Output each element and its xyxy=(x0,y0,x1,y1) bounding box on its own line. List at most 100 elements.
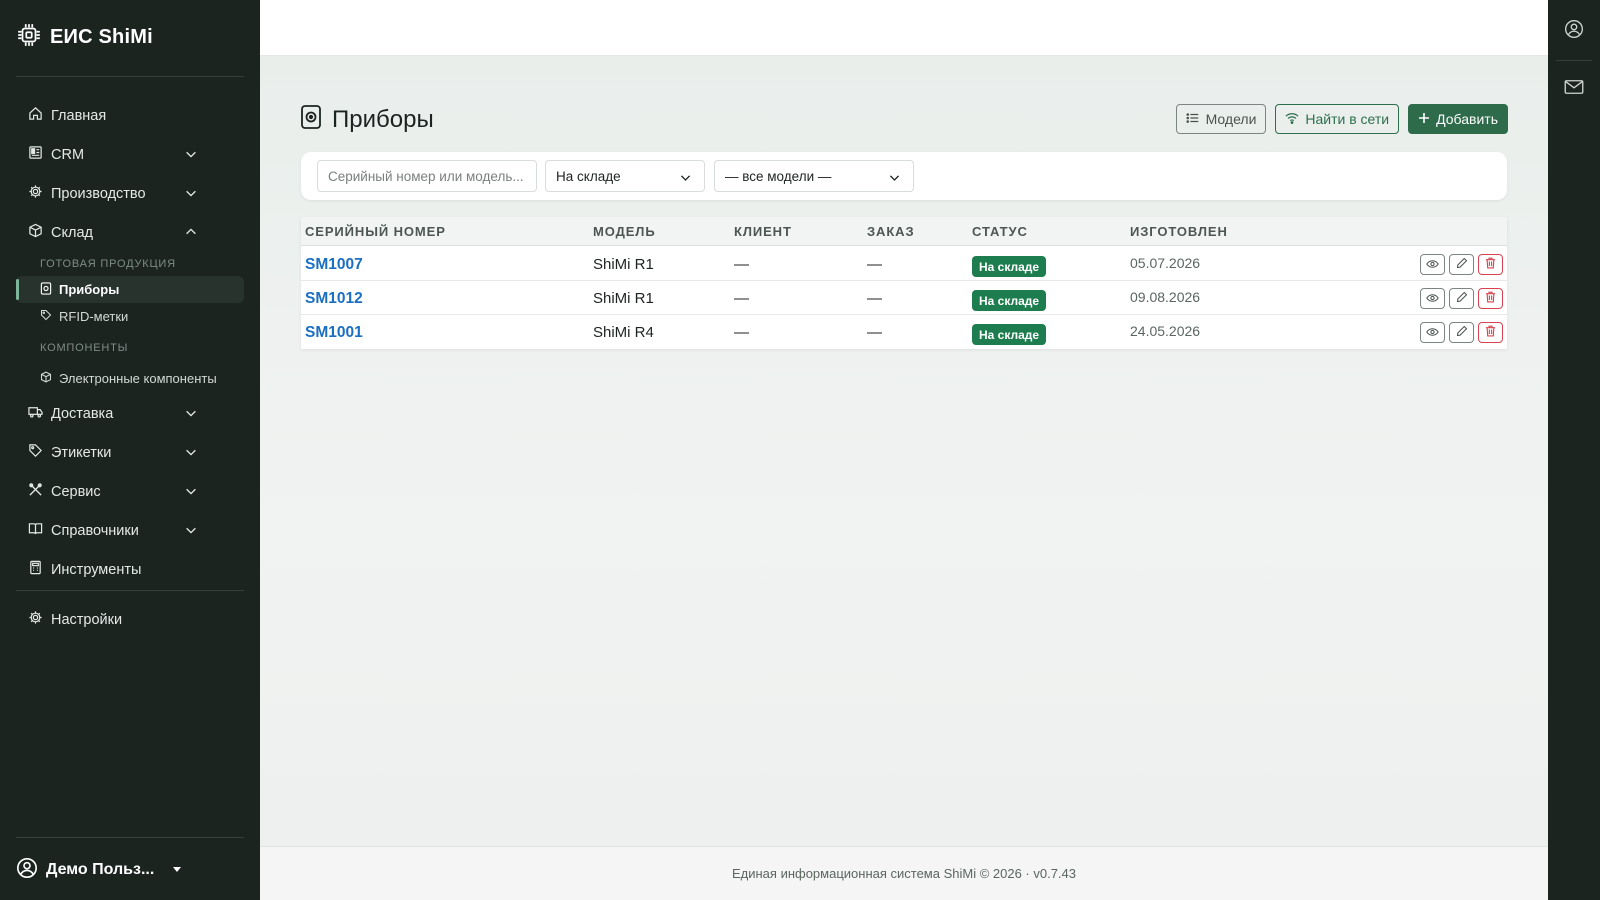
delete-button[interactable] xyxy=(1478,322,1503,343)
column-header-made[interactable]: ИЗГОТОВЛЕН xyxy=(1130,224,1228,239)
user-avatar-icon xyxy=(16,857,38,884)
trash-icon xyxy=(1485,290,1496,308)
table-header: СЕРИЙНЫЙ НОМЕР МОДЕЛЬ КЛИЕНТ ЗАКАЗ СТАТУ… xyxy=(301,217,1507,246)
gear-icon xyxy=(28,610,43,629)
chevron-down-icon xyxy=(184,406,198,424)
column-header-serial[interactable]: СЕРИЙНЫЙ НОМЕР xyxy=(305,224,446,239)
sidebar-item-label: RFID-метки xyxy=(59,309,129,324)
model-cell: ShiMi R1 xyxy=(593,256,654,273)
sidebar-item-label: Сервис xyxy=(51,483,101,500)
made-date-cell: 05.07.2026 xyxy=(1130,255,1201,271)
add-button-label: Добавить xyxy=(1436,111,1498,127)
serial-link[interactable]: SM1012 xyxy=(305,290,363,308)
order-cell: — xyxy=(867,256,882,273)
sidebar-item-references[interactable]: Справочники xyxy=(16,511,244,550)
box-icon xyxy=(28,223,43,242)
search-input-placeholder: Серийный номер или модель... xyxy=(328,168,524,184)
device-icon xyxy=(40,281,52,298)
pencil-icon xyxy=(1456,256,1468,274)
row-actions xyxy=(1420,322,1503,343)
sidebar-divider xyxy=(16,837,244,838)
right-rail xyxy=(1548,0,1600,900)
sidebar-item-labels[interactable]: Этикетки xyxy=(16,433,244,472)
view-button[interactable] xyxy=(1420,254,1445,275)
chevron-down-icon xyxy=(184,186,198,204)
model-select[interactable]: — все модели — xyxy=(714,160,914,192)
tools-icon xyxy=(28,482,43,501)
sidebar-item-electronics[interactable]: Электронные компоненты xyxy=(16,363,244,394)
column-header-status[interactable]: СТАТУС xyxy=(972,224,1028,239)
truck-icon xyxy=(28,404,43,423)
sidebar-item-production[interactable]: Производство xyxy=(16,174,244,213)
sidebar-item-service[interactable]: Сервис xyxy=(16,472,244,511)
client-cell: — xyxy=(734,256,749,273)
client-cell: — xyxy=(734,324,749,341)
filters-bar: Серийный номер или модель... На складе —… xyxy=(301,152,1507,200)
status-badge: На складе xyxy=(972,256,1047,277)
sidebar-item-label: Этикетки xyxy=(51,444,112,461)
view-button[interactable] xyxy=(1420,322,1445,343)
trash-icon xyxy=(1485,324,1496,342)
brand-name: ЕИС ShiMi xyxy=(50,25,153,48)
add-button[interactable]: Добавить xyxy=(1408,104,1508,134)
chevron-down-icon xyxy=(888,171,901,187)
sidebar-item-label: Доставка xyxy=(51,405,114,422)
book-icon xyxy=(28,521,43,540)
chevron-down-icon xyxy=(184,484,198,502)
models-button[interactable]: Модели xyxy=(1175,104,1267,134)
table-row: SM1001 ShiMi R4 — — На складе 24.05.2026 xyxy=(301,315,1507,349)
device-icon xyxy=(300,104,322,135)
status-badge: На складе xyxy=(972,290,1047,311)
tag-icon xyxy=(40,309,52,324)
user-circle-icon xyxy=(1564,19,1584,44)
serial-link[interactable]: SM1007 xyxy=(305,256,363,274)
search-input[interactable]: Серийный номер или модель... xyxy=(317,160,537,192)
view-button[interactable] xyxy=(1420,288,1445,309)
column-header-model[interactable]: МОДЕЛЬ xyxy=(593,224,656,239)
page-title: Приборы xyxy=(300,104,434,135)
column-header-order[interactable]: ЗАКАЗ xyxy=(867,224,915,239)
delete-button[interactable] xyxy=(1478,254,1503,275)
profile-button[interactable] xyxy=(1564,19,1584,44)
messages-button[interactable] xyxy=(1564,79,1584,99)
home-icon xyxy=(28,106,43,125)
edit-button[interactable] xyxy=(1449,254,1474,275)
model-cell: ShiMi R1 xyxy=(593,290,654,307)
pencil-icon xyxy=(1456,290,1468,308)
crm-icon xyxy=(28,145,43,164)
sidebar-item-home[interactable]: Главная xyxy=(16,96,244,135)
sidebar-item-devices[interactable]: Приборы xyxy=(16,276,244,303)
model-cell: ShiMi R4 xyxy=(593,324,654,341)
order-cell: — xyxy=(867,324,882,341)
status-select[interactable]: На складе xyxy=(545,160,705,192)
status-badge: На складе xyxy=(972,324,1047,345)
delete-button[interactable] xyxy=(1478,288,1503,309)
row-actions xyxy=(1420,254,1503,275)
tag-icon xyxy=(28,443,43,462)
made-date-cell: 24.05.2026 xyxy=(1130,323,1201,339)
sidebar-item-warehouse[interactable]: Склад xyxy=(16,213,244,252)
sidebar-item-delivery[interactable]: Доставка xyxy=(16,394,244,433)
sidebar-item-settings[interactable]: Настройки xyxy=(16,600,244,639)
caret-down-icon xyxy=(172,861,182,879)
models-button-label: Модели xyxy=(1205,111,1257,127)
sidebar-item-label: CRM xyxy=(51,146,85,163)
chevron-down-icon xyxy=(184,523,198,541)
edit-button[interactable] xyxy=(1449,322,1474,343)
serial-link[interactable]: SM1001 xyxy=(305,324,363,342)
edit-button[interactable] xyxy=(1449,288,1474,309)
client-cell: — xyxy=(734,290,749,307)
chevron-up-icon xyxy=(184,225,198,243)
find-network-button[interactable]: Найти в сети xyxy=(1275,104,1400,134)
sidebar-item-tools[interactable]: Инструменты xyxy=(16,550,244,589)
user-menu[interactable]: Демо Польз... xyxy=(16,856,182,884)
brand[interactable]: ЕИС ShiMi xyxy=(16,22,153,52)
page-actions: Модели Найти в сети Добавить xyxy=(1175,104,1508,134)
column-header-client[interactable]: КЛИЕНТ xyxy=(734,224,792,239)
sidebar-nav: Главная CRM Производство Склад ГОТОВАЯ П… xyxy=(16,96,244,589)
eye-icon xyxy=(1426,256,1439,274)
made-date-cell: 09.08.2026 xyxy=(1130,289,1201,305)
sidebar-item-crm[interactable]: CRM xyxy=(16,135,244,174)
sidebar-item-rfid[interactable]: RFID-метки xyxy=(16,303,244,330)
chevron-down-icon xyxy=(679,171,692,187)
